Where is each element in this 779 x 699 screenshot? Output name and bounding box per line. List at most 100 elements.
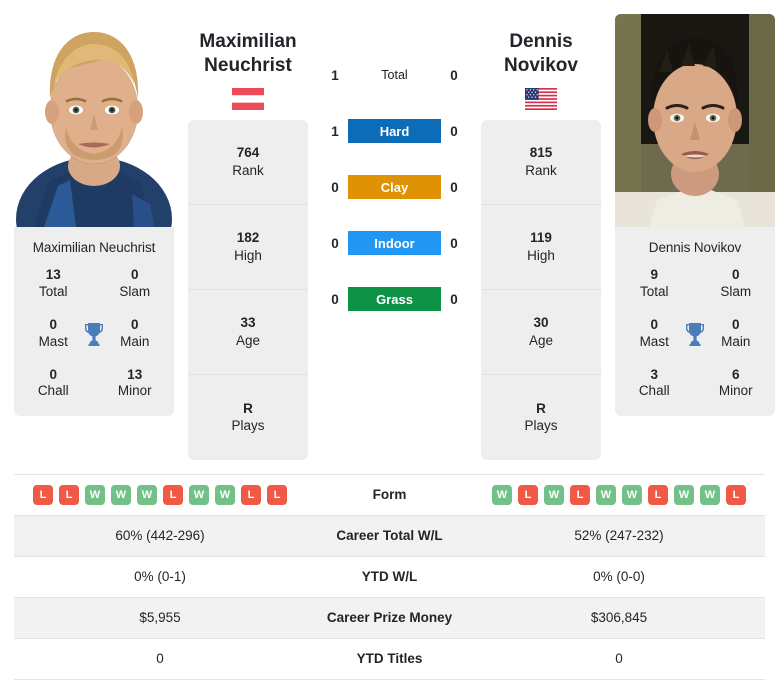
stat-value: 0: [650, 316, 658, 332]
table-row-ytd-wl: 0% (0-1) YTD W/L 0% (0-0): [14, 556, 765, 598]
form-badge-loss: L: [241, 484, 261, 505]
right-player-photo: [615, 14, 775, 227]
stat-label: Main: [721, 333, 751, 349]
titles-row: 13 Total 0 Slam: [20, 267, 168, 301]
left-score: 0: [331, 235, 339, 251]
form-badge-win: W: [111, 484, 131, 505]
stat-value: 0: [131, 316, 139, 332]
stat-value: 815: [529, 145, 553, 161]
title-stat-minor: 6 Minor: [709, 367, 763, 401]
right-player-card[interactable]: Dennis Novikov 9 Total 0 Slam 0 Mast 0 M…: [615, 14, 775, 417]
surface-row-indoor: 0 Indoor 0: [322, 229, 467, 257]
title-stat-total: 9 Total: [627, 267, 681, 301]
stat-value: 3: [650, 366, 658, 382]
title-stat-mast: 0 Mast: [627, 317, 681, 351]
stat-label: High: [234, 247, 262, 263]
surface-label-indoor[interactable]: Indoor: [348, 231, 441, 255]
stat-label: Slam: [119, 283, 151, 299]
stat-value: 33: [240, 315, 256, 331]
titles-row: 3 Chall 6 Minor: [621, 367, 769, 401]
player-first-name: Dennis: [509, 31, 573, 52]
stat-value: 13: [127, 366, 143, 382]
stat-value: 0: [49, 316, 57, 332]
form-badge-win: W: [596, 484, 616, 505]
stat-value: 30: [533, 315, 549, 331]
head-to-head-comparison: Maximilian Neuchrist 13 Total 0 Slam 0 M…: [0, 0, 779, 680]
profile-plays: R Plays: [188, 375, 308, 460]
right-score: 0: [450, 123, 458, 139]
titles-row: 9 Total 0 Slam: [621, 267, 769, 301]
stat-label: High: [527, 247, 555, 263]
stat-label: Slam: [720, 283, 752, 299]
stat-label: Main: [120, 333, 150, 349]
title-stat-main: 0 Main: [709, 317, 763, 351]
surface-row-clay: 0 Clay 0: [322, 173, 467, 201]
profile-age: 33 Age: [188, 290, 308, 375]
form-badge-loss: L: [59, 484, 79, 505]
left-form-cell: LLWWWLWWLL: [14, 474, 306, 516]
right-score: 0: [450, 291, 458, 307]
left-player-card[interactable]: Maximilian Neuchrist 13 Total 0 Slam 0 M…: [14, 14, 174, 417]
form-badge-loss: L: [648, 484, 668, 505]
form-badge-win: W: [700, 484, 720, 505]
top-comparison-strip: Maximilian Neuchrist 13 Total 0 Slam 0 M…: [0, 0, 779, 460]
title-stat-main: 0 Main: [108, 317, 162, 351]
surface-label-total: Total: [381, 68, 408, 82]
left-score: 1: [331, 123, 339, 139]
stat-label: Chall: [638, 383, 670, 399]
stat-value: R: [536, 400, 546, 416]
left-player-name-header[interactable]: Maximilian Neuchrist: [188, 14, 308, 110]
right-rank-card: 815 Rank 119 High 30 Age R Plays: [481, 119, 601, 460]
right-score: 0: [450, 235, 458, 251]
right-score: 0: [450, 179, 458, 195]
trophy-icon: [681, 322, 708, 346]
left-value: 60% (442-296): [14, 515, 306, 557]
stat-label: Plays: [524, 418, 558, 434]
form-badge-win: W: [85, 484, 105, 505]
stat-label: Rank: [525, 162, 557, 178]
row-label-career-prize-money: Career Prize Money: [306, 597, 473, 639]
titles-row: 0 Mast 0 Main: [20, 317, 168, 351]
surface-h2h-column: 1 Total 0 1 Hard 0 0 Clay 0 0 Indoor 0 0: [322, 14, 467, 313]
left-value: 0: [14, 638, 306, 680]
stat-label: Total: [38, 283, 68, 299]
right-titles-grid: 9 Total 0 Slam 0 Mast 0 Main 3 Chall 6 M…: [615, 267, 775, 416]
stat-label: Minor: [117, 383, 152, 399]
right-form-strip: WLWLWWLWWL: [473, 484, 765, 505]
left-player-photo: [14, 14, 174, 227]
table-row-ytd-titles: 0 YTD Titles 0: [14, 638, 765, 680]
right-value: $306,845: [473, 597, 765, 639]
stat-label: Rank: [232, 162, 264, 178]
form-badge-win: W: [544, 484, 564, 505]
table-row-form: LLWWWLWWLL Form WLWLWWLWWL: [14, 474, 765, 516]
profile-high: 119 High: [481, 205, 601, 290]
stat-label: Plays: [231, 418, 265, 434]
left-profile-column: Maximilian Neuchrist 764 Rank 182 High 3…: [188, 14, 308, 460]
table-row-career-total-wl: 60% (442-296) Career Total W/L 52% (247-…: [14, 515, 765, 557]
right-profile-column: Dennis Novikov 815 Rank 119 High 30 Age …: [481, 14, 601, 460]
title-stat-slam: 0 Slam: [108, 267, 162, 301]
surface-row-grass: 0 Grass 0: [322, 285, 467, 313]
right-player-name-header[interactable]: Dennis Novikov: [481, 14, 601, 110]
right-value: 0% (0-0): [473, 556, 765, 598]
surface-row-hard: 1 Hard 0: [322, 117, 467, 145]
stat-value: 764: [236, 145, 260, 161]
form-badge-win: W: [189, 484, 209, 505]
form-badge-loss: L: [518, 484, 538, 505]
left-value: $5,955: [14, 597, 306, 639]
titles-row: 0 Mast 0 Main: [621, 317, 769, 351]
surface-row-total: 1 Total 0: [322, 61, 467, 89]
stat-value: 6: [732, 366, 740, 382]
stat-label: Mast: [38, 333, 68, 349]
surface-label-hard[interactable]: Hard: [348, 119, 441, 143]
form-badge-win: W: [492, 484, 512, 505]
stat-label: Age: [235, 332, 261, 348]
title-stat-slam: 0 Slam: [709, 267, 763, 301]
title-stat-mast: 0 Mast: [26, 317, 80, 351]
stat-label: Chall: [37, 383, 69, 399]
surface-label-clay[interactable]: Clay: [348, 175, 441, 199]
profile-high: 182 High: [188, 205, 308, 290]
right-value: 0: [473, 638, 765, 680]
surface-label-grass[interactable]: Grass: [348, 287, 441, 311]
title-stat-chall: 0 Chall: [26, 367, 80, 401]
